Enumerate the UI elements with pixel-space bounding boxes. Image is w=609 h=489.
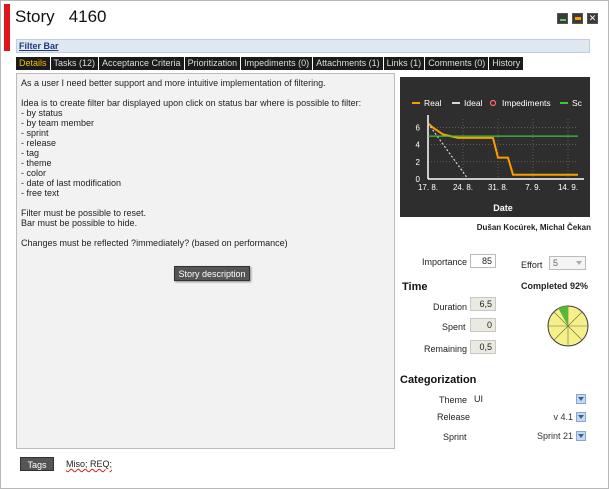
legend-label: Real [424, 98, 442, 108]
series-line-ideal [427, 122, 469, 180]
filter-bar-label: Filter Bar [19, 41, 59, 51]
remaining-input[interactable]: 0,5 [470, 340, 496, 354]
sprint-value: Sprint 21 [536, 431, 573, 441]
description-line: - theme [21, 158, 52, 168]
theme-label: Theme [439, 395, 468, 405]
x-tick-label: 24. 8. [453, 183, 473, 192]
description-line: Bar must be possible to hide. [21, 218, 138, 228]
spent-input[interactable]: 0 [470, 318, 496, 332]
chevron-down-icon[interactable] [576, 412, 586, 422]
description-line: Idea is to create filter bar displayed u… [21, 98, 362, 108]
x-axis-label: Date [493, 203, 513, 213]
tab-attachments[interactable]: Attachments (1) [313, 57, 384, 70]
tab-impediments[interactable]: Impediments (0) [241, 57, 314, 70]
story-title-word: Story [15, 7, 55, 26]
remaining-label: Remaining [424, 344, 468, 354]
story-tabs: Details Tasks (12) Acceptance Criteria P… [16, 57, 525, 70]
tab-acceptance-criteria[interactable]: Acceptance Criteria [99, 57, 185, 70]
y-tick-label: 2 [416, 158, 421, 167]
burndown-chart: Real Ideal Impediments Sc 0 2 4 6 17. 8. 24. 8. 31… [400, 77, 590, 217]
x-tick-label: 7. 9. [525, 183, 541, 192]
categorization-section-title: Categorization [400, 374, 477, 386]
minimize-icon[interactable] [557, 13, 568, 24]
maximize-icon[interactable] [572, 13, 583, 24]
duration-value: 6,5 [470, 297, 496, 311]
effort-select[interactable]: 5 [549, 256, 586, 270]
description-line: - release [21, 138, 57, 148]
tags-button[interactable]: Tags [20, 457, 54, 471]
description-line [21, 198, 361, 208]
tab-links[interactable]: Links (1) [383, 57, 426, 70]
x-tick-label: 31. 8. [488, 183, 508, 192]
time-section-title: Time [402, 281, 428, 293]
legend-label: Impediments [502, 98, 551, 108]
story-description-text: As a user I need better support and more… [21, 78, 361, 248]
sprint-select[interactable]: Sprint 21 [521, 429, 586, 443]
tab-prioritization[interactable]: Prioritization [184, 57, 242, 70]
description-line [21, 228, 361, 238]
completion-pie [547, 305, 589, 347]
chevron-down-icon[interactable] [576, 431, 586, 441]
sprint-label: Sprint [443, 432, 467, 442]
story-title: Story 4160 [15, 7, 107, 31]
tab-comments[interactable]: Comments (0) [425, 57, 490, 70]
tags-values[interactable]: Miso; REQ; [66, 459, 112, 469]
chevron-down-icon[interactable] [576, 394, 586, 404]
spent-label: Spent [442, 322, 466, 332]
tab-tasks[interactable]: Tasks (12) [50, 57, 100, 70]
tab-history[interactable]: History [489, 57, 525, 70]
story-window: Story 4160 ✕ Filter Bar Details Tasks (1… [0, 0, 609, 489]
theme-value: UI [474, 394, 483, 404]
importance-label: Importance [422, 257, 468, 267]
effort-label: Effort [521, 260, 543, 270]
team-members: Dušan Kocúrek, Michal Čekan [476, 223, 591, 232]
x-tick-label: 17. 8. [418, 183, 438, 192]
description-line: - color [21, 168, 47, 178]
theme-select[interactable] [561, 392, 586, 406]
close-icon[interactable]: ✕ [587, 13, 598, 24]
description-line: - tag [21, 148, 40, 158]
legend-marker [489, 99, 497, 107]
tab-details[interactable]: Details [16, 57, 51, 70]
release-select[interactable]: v 4.1 [521, 410, 586, 424]
description-line: - date of last modification [21, 178, 122, 188]
series-line-real [427, 122, 578, 176]
story-number: 4160 [68, 7, 107, 26]
duration-label: Duration [433, 302, 468, 312]
story-description-button[interactable]: Story description [174, 266, 250, 281]
legend-label: Sc [572, 98, 583, 108]
description-line: Filter must be possible to reset. [21, 208, 147, 218]
story-color-bar [4, 4, 10, 51]
release-label: Release [437, 412, 471, 422]
description-line: - free text [21, 188, 60, 198]
x-tick-label: 14. 9. [558, 183, 578, 192]
filter-bar-field[interactable]: Filter Bar [16, 39, 590, 53]
description-line: Changes must be reflected ?immediately? … [21, 238, 288, 248]
description-line: - by team member [21, 118, 95, 128]
description-line [21, 88, 361, 98]
y-tick-label: 4 [416, 141, 421, 150]
release-value: v 4.1 [553, 412, 573, 422]
description-line: - by status [21, 108, 63, 118]
description-line: - sprint [21, 128, 49, 138]
completed-label: Completed 92% [521, 281, 589, 291]
window-controls: ✕ [557, 13, 598, 24]
description-line: As a user I need better support and more… [21, 78, 326, 88]
story-description-editor[interactable]: As a user I need better support and more… [16, 73, 395, 449]
y-tick-label: 6 [416, 124, 421, 133]
legend-label: Ideal [464, 98, 483, 108]
burndown-chart-svg: Real Ideal Impediments Sc024617. 8. 24. 8. 31… [412, 98, 584, 213]
importance-input[interactable]: 85 [470, 254, 496, 268]
